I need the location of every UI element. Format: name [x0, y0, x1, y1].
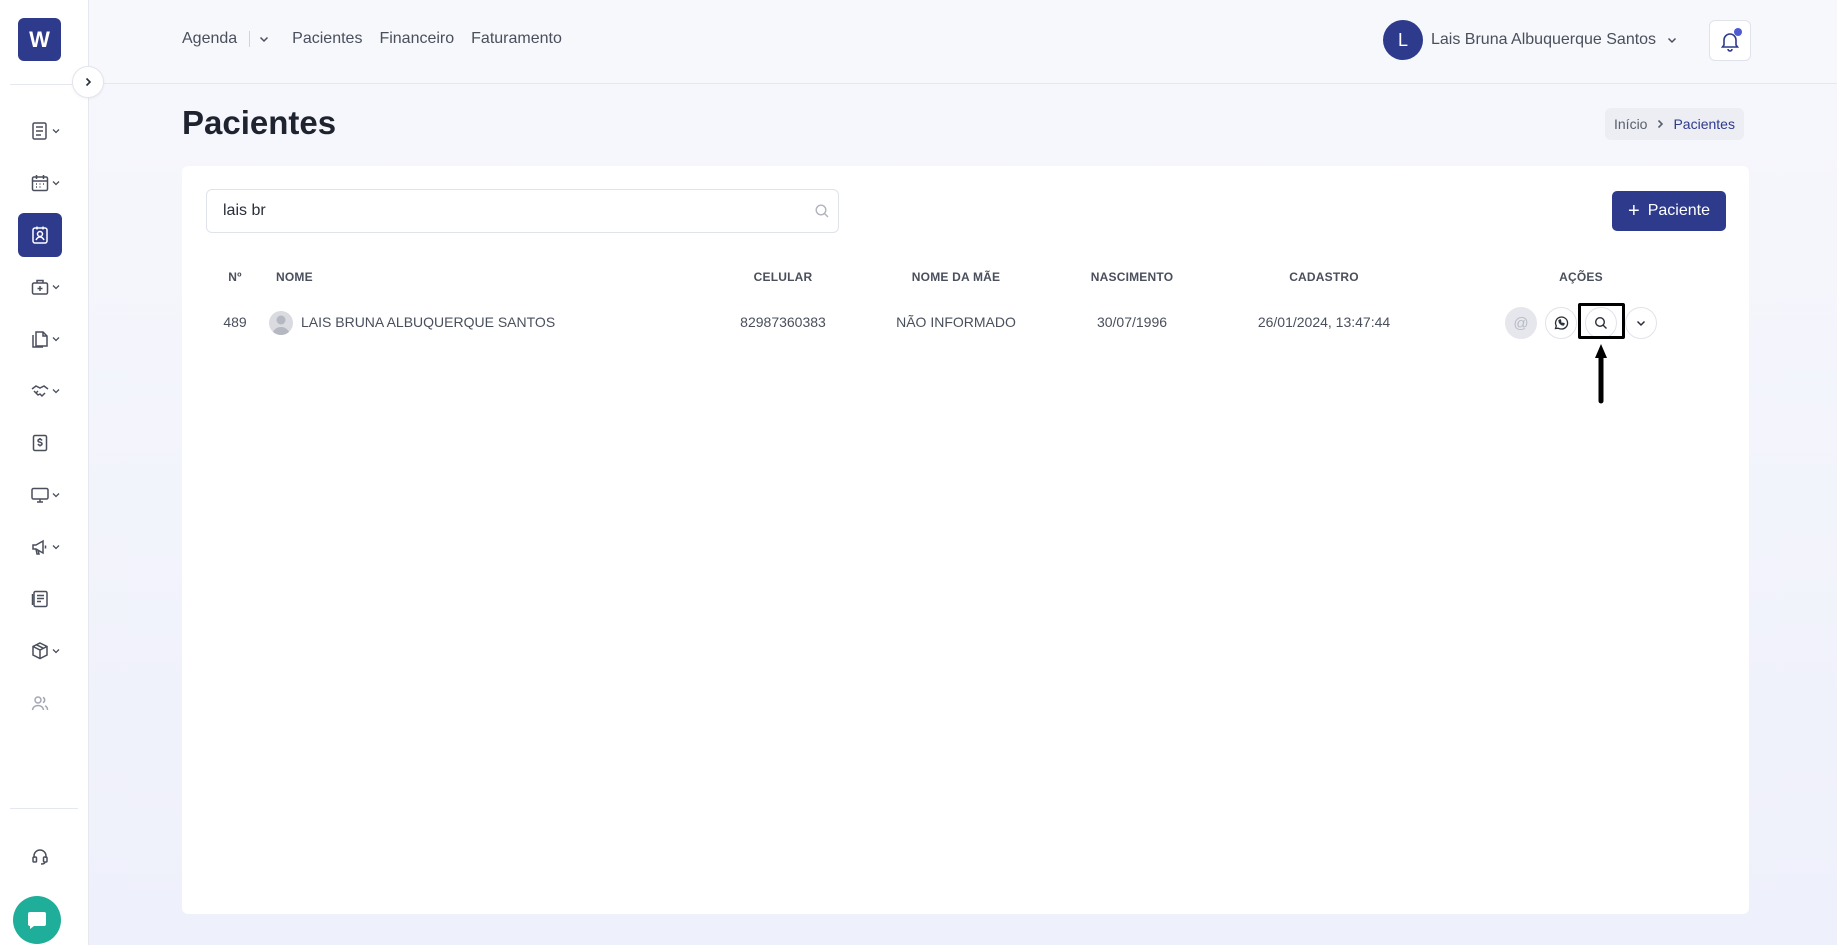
more-actions-button[interactable]: [1625, 307, 1657, 339]
column-header-nome: NOME: [276, 270, 313, 284]
breadcrumb-current: Pacientes: [1673, 116, 1735, 132]
chevron-down-icon: [52, 649, 60, 654]
topnav-agenda[interactable]: Agenda: [182, 30, 237, 48]
chevron-right-icon: [1658, 119, 1664, 129]
highlight-box: [1578, 303, 1625, 339]
plus-icon: +: [1628, 200, 1640, 222]
topnav-separator: [249, 31, 251, 47]
sidebar-item-agreements[interactable]: [18, 369, 62, 413]
topnav-faturamento[interactable]: Faturamento: [471, 30, 562, 48]
dollar-document-icon: [32, 434, 48, 452]
search-box: [206, 189, 839, 233]
email-button[interactable]: @: [1505, 307, 1537, 339]
column-header-celular: CELULAR: [753, 270, 813, 284]
chat-button[interactable]: [13, 896, 61, 944]
add-patient-label: Paciente: [1647, 202, 1710, 219]
breadcrumb-separator: [1655, 119, 1665, 129]
sidebar: W: [0, 0, 89, 945]
breadcrumb: Início Pacientes: [1605, 108, 1744, 140]
chevron-down-icon: [52, 285, 60, 290]
sidebar-item-reports[interactable]: [18, 577, 62, 621]
sidebar-item-screens[interactable]: [18, 473, 62, 517]
cell-mae: NÃO INFORMADO: [896, 314, 1016, 330]
arrow-up-icon: [1595, 344, 1607, 404]
notification-dot: [1734, 28, 1742, 36]
sidebar-item-medical[interactable]: [18, 265, 62, 309]
notifications-button[interactable]: [1709, 20, 1751, 61]
topnav-pacientes[interactable]: Pacientes: [292, 30, 362, 48]
column-header-mae: NOME DA MÃE: [911, 270, 1001, 284]
whatsapp-icon: [1554, 316, 1569, 330]
chevron-down-icon: [52, 389, 60, 394]
monitor-icon: [31, 487, 49, 503]
avatar: L: [1383, 20, 1423, 60]
column-header-numero: Nº: [228, 270, 242, 284]
column-header-nascimento: NASCIMENTO: [1090, 270, 1174, 284]
patient-contact-icon: [32, 226, 48, 244]
topnav-financeiro[interactable]: Financeiro: [379, 30, 454, 48]
sidebar-item-list[interactable]: [18, 109, 62, 153]
chevron-down-icon: [1668, 37, 1677, 44]
cell-numero: 489: [223, 314, 247, 330]
package-icon: [32, 642, 48, 660]
medical-bag-icon: [31, 279, 49, 295]
sidebar-item-finance[interactable]: [18, 421, 62, 465]
user-menu[interactable]: L Lais Bruna Albuquerque Santos: [1383, 20, 1678, 60]
chevron-down-icon: [52, 545, 60, 550]
chevron-down-icon: [52, 493, 60, 498]
column-header-cadastro: CADASTRO: [1289, 270, 1359, 284]
list-icon: [32, 122, 47, 140]
report-icon: [31, 590, 48, 608]
megaphone-icon: [32, 539, 47, 555]
calendar-icon: [31, 175, 49, 192]
whatsapp-button[interactable]: [1545, 307, 1577, 339]
handshake-icon: [31, 385, 49, 398]
headset-icon: [32, 849, 48, 865]
sidebar-item-calendar[interactable]: [18, 161, 62, 205]
breadcrumb-home[interactable]: Início: [1614, 116, 1647, 132]
sidebar-item-users[interactable]: [18, 681, 62, 725]
sidebar-divider: [10, 808, 78, 809]
users-icon: [31, 696, 49, 711]
app-logo[interactable]: W: [18, 18, 61, 61]
sidebar-item-inventory[interactable]: [18, 629, 62, 673]
chevron-right-icon: [85, 77, 92, 87]
search-input[interactable]: [207, 190, 838, 232]
cell-celular: 82987360383: [740, 314, 826, 330]
chat-icon: [28, 912, 46, 929]
top-bar: Agenda Pacientes Financeiro Faturamento …: [90, 0, 1837, 84]
cell-nome[interactable]: LAIS BRUNA ALBUQUERQUE SANTOS: [301, 314, 555, 330]
add-patient-button[interactable]: + Paciente: [1612, 191, 1726, 231]
person-avatar-icon: [269, 311, 293, 335]
patients-card: + Paciente Nº NOME CELULAR NOME DA MÃE N…: [182, 166, 1749, 914]
page-title: Pacientes: [182, 104, 337, 141]
chevron-down-icon: [260, 36, 269, 43]
chevron-down-icon: [1636, 320, 1646, 327]
column-header-acoes: AÇÕES: [1559, 270, 1603, 284]
chevron-down-icon: [52, 129, 60, 134]
sidebar-item-marketing[interactable]: [18, 525, 62, 569]
chevron-down-icon: [52, 337, 60, 342]
sidebar-item-patients[interactable]: [18, 213, 62, 257]
top-navigation: Agenda Pacientes Financeiro Faturamento: [182, 30, 579, 48]
chevron-down-icon: [52, 181, 60, 186]
sidebar-item-support[interactable]: [18, 834, 62, 878]
at-sign-icon: @: [1513, 314, 1529, 332]
topnav-agenda-dropdown[interactable]: [258, 33, 270, 45]
cell-cadastro: 26/01/2024, 13:47:44: [1257, 314, 1391, 330]
search-icon: [815, 204, 829, 218]
cell-nascimento: 30/07/1996: [1096, 314, 1168, 330]
sidebar-expand-button[interactable]: [72, 66, 104, 98]
user-name: Lais Bruna Albuquerque Santos: [1431, 31, 1657, 48]
documents-icon: [32, 331, 48, 348]
sidebar-item-documents[interactable]: [18, 317, 62, 361]
